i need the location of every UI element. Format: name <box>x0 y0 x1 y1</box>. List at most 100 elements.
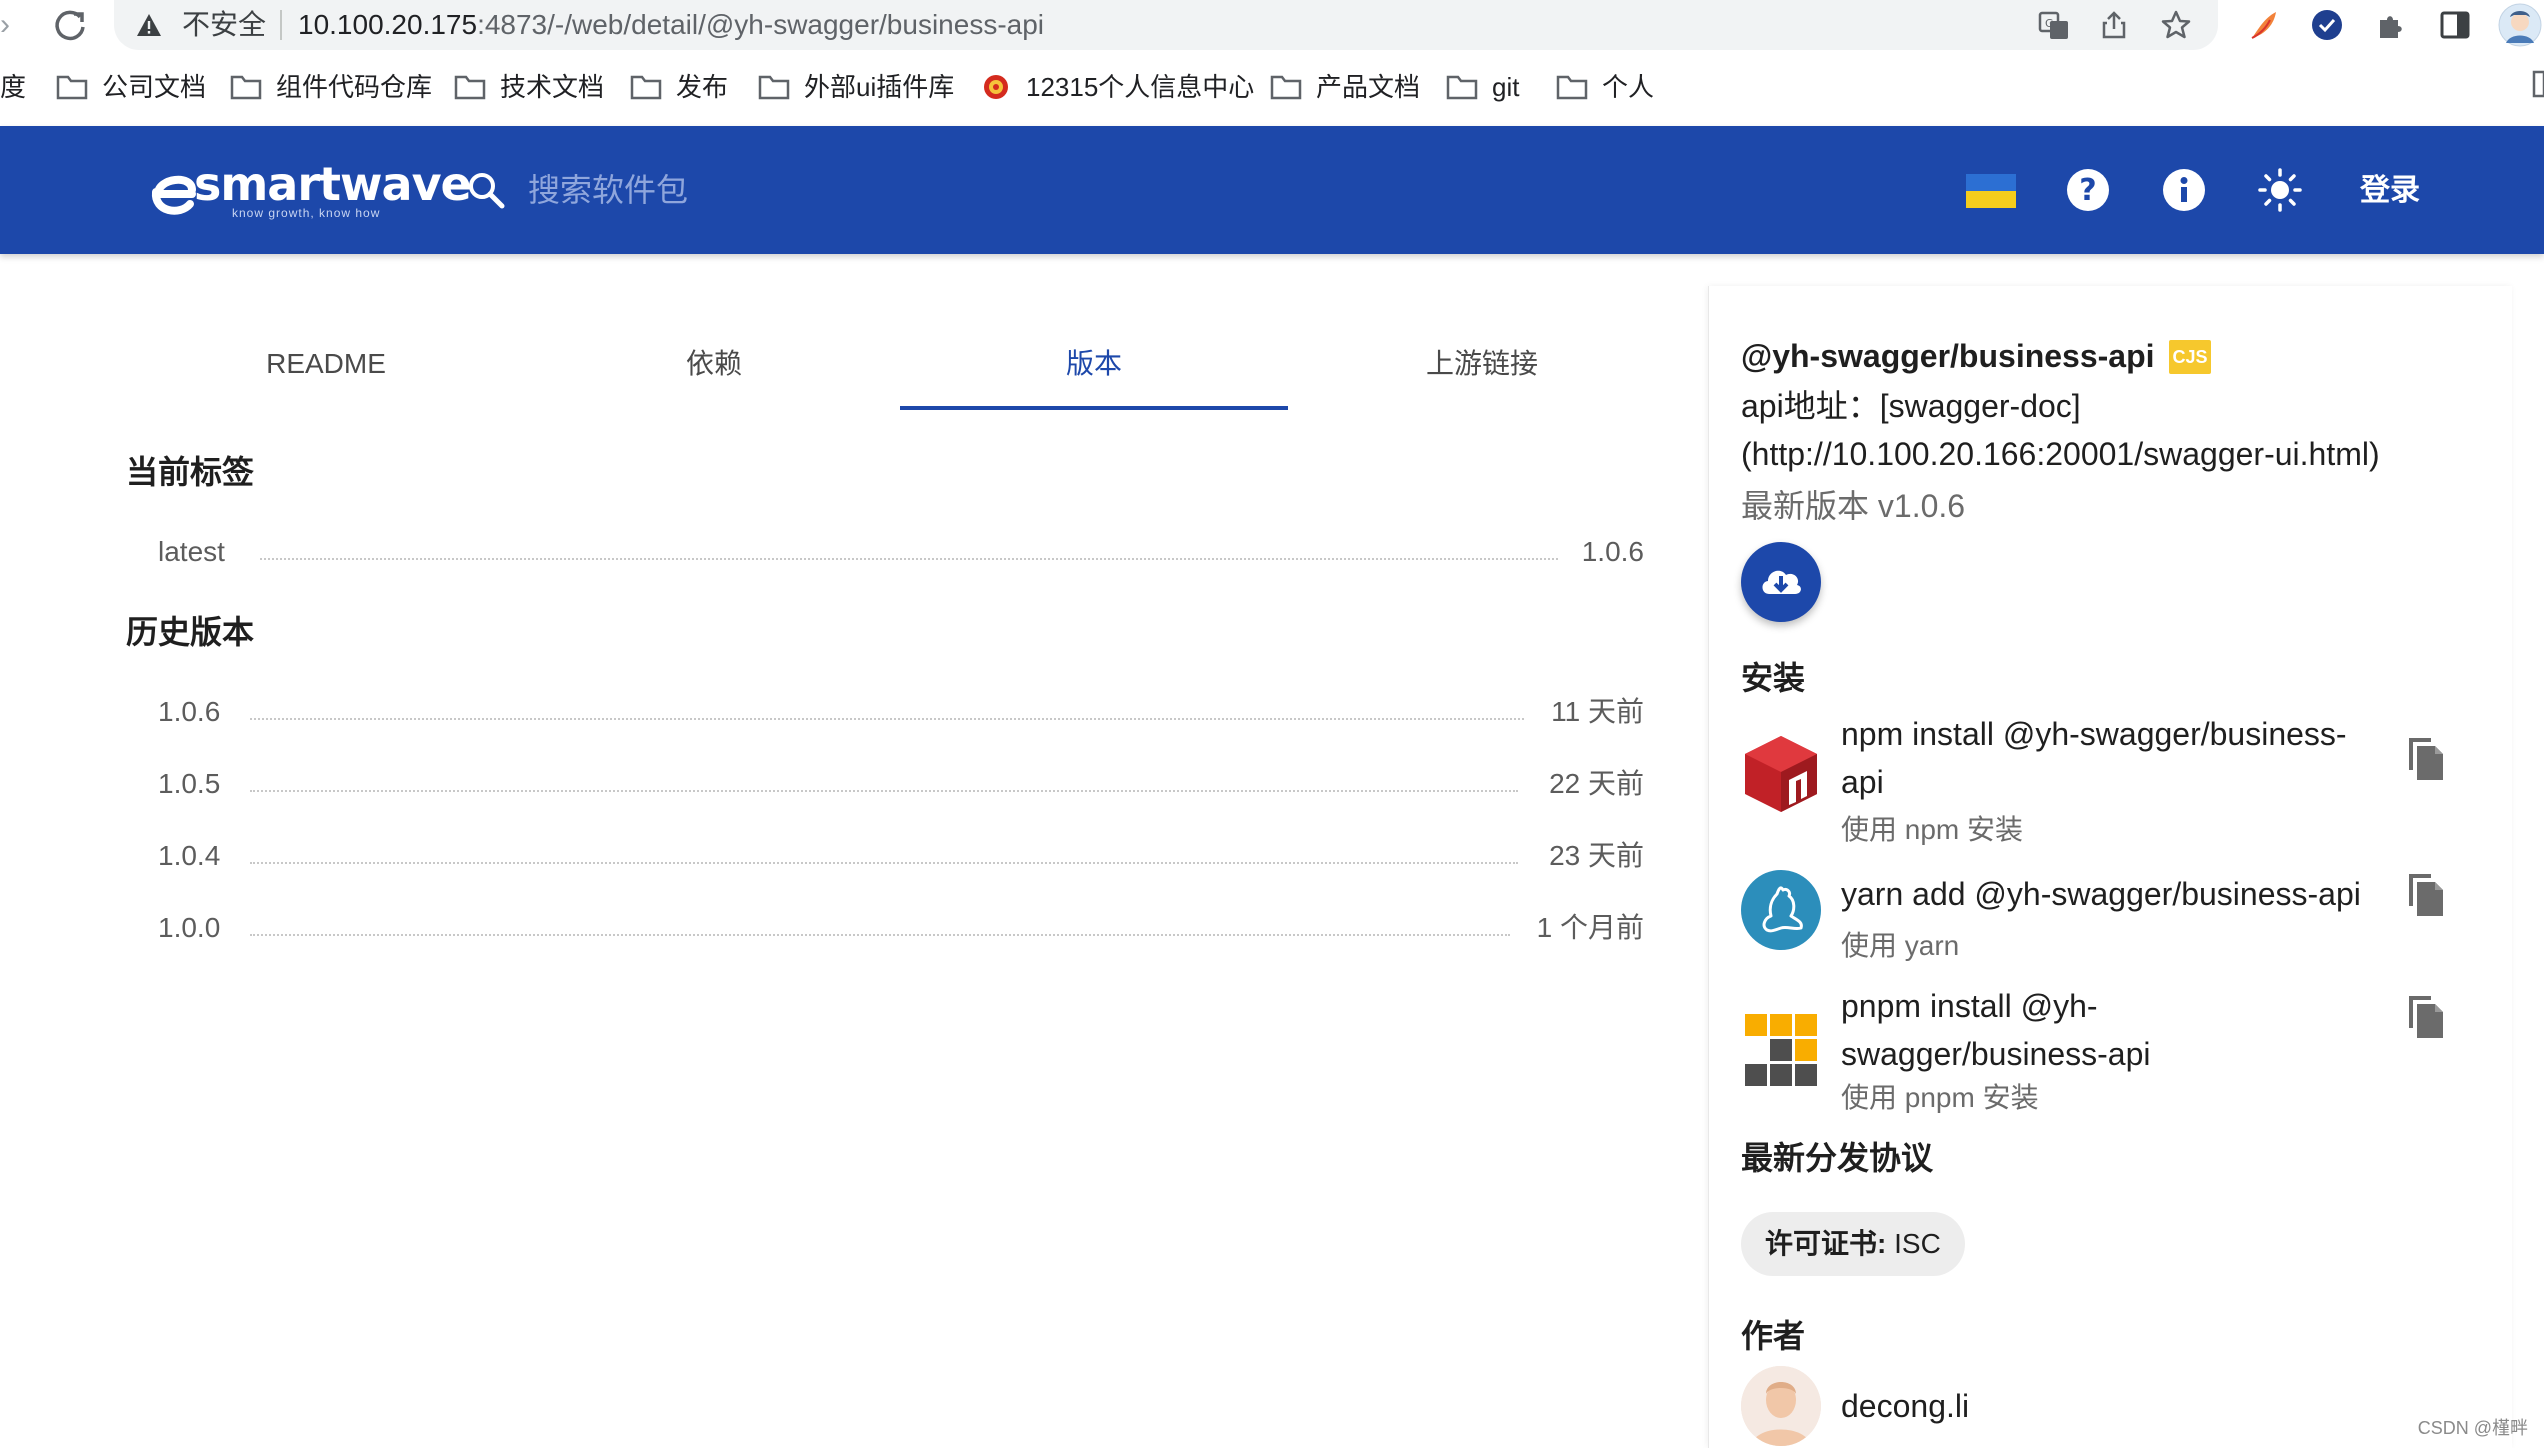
latest-version: 最新版本 v1.0.6 <box>1741 488 1966 524</box>
side-panel-icon[interactable] <box>2438 8 2472 42</box>
login-button[interactable]: 登录 <box>2340 166 2440 216</box>
ukraine-flag-icon[interactable] <box>1966 174 2016 208</box>
version-row[interactable]: 1.0.0 1 个月前 <box>158 906 1644 950</box>
reading-list-icon[interactable] <box>2532 66 2544 100</box>
bookmark-label: 技术文档 <box>500 72 605 102</box>
version-row[interactable]: 1.0.5 22 天前 <box>158 762 1644 806</box>
logo-tagline: know growth, know how <box>232 206 381 220</box>
bookmark-folder[interactable]: 组件代码仓库 <box>230 70 432 104</box>
flag-stripe-bottom <box>1966 191 2016 208</box>
copy-icon[interactable] <box>2401 868 2449 920</box>
search-icon[interactable] <box>466 170 506 210</box>
version-number: 1.0.0 <box>158 912 221 943</box>
module-format-badge: CJS <box>2169 340 2211 374</box>
folder-icon <box>1556 75 1588 100</box>
bookmark-folder[interactable]: 外部ui插件库 <box>758 70 954 104</box>
package-search-input[interactable] <box>528 160 1128 220</box>
help-icon[interactable]: ? <box>2066 168 2110 212</box>
bookmark-folder[interactable]: git <box>1446 70 1519 104</box>
folder-icon <box>630 75 662 100</box>
smartwave-logo[interactable]: smartwave know growth, know how <box>150 156 472 228</box>
pnpm-logo <box>1745 1014 1817 1086</box>
folder-icon <box>230 75 262 100</box>
pnpm-install-subtitle: 使用 pnpm 安装 <box>1841 1082 2039 1113</box>
emblem-icon <box>984 75 1008 99</box>
bookmark-star-icon[interactable] <box>2160 9 2192 41</box>
bookmark-item[interactable]: 12315个人信息中心 <box>980 70 1254 104</box>
url-text[interactable]: 10.100.20.175:4873/-/web/detail/@yh-swag… <box>298 8 1044 42</box>
tag-row: latest 1.0.6 <box>158 530 1644 574</box>
history-versions-title: 历史版本 <box>126 614 255 650</box>
theme-toggle-icon[interactable] <box>2258 168 2302 212</box>
version-row[interactable]: 1.0.4 23 天前 <box>158 834 1644 878</box>
extension-feather-icon[interactable] <box>2246 8 2280 42</box>
version-row[interactable]: 1.0.6 11 天前 <box>158 690 1644 734</box>
package-sidebar: @yh-swagger/business-api CJS api地址：[swag… <box>1708 286 2512 1448</box>
url-path: :4873/-/web/detail/@yh-swagger/business-… <box>477 9 1045 40</box>
tab-readme[interactable]: README <box>132 326 520 412</box>
forward-arrow-icon[interactable]: › <box>0 8 20 42</box>
tag-name: latest <box>158 536 225 567</box>
warning-triangle-icon[interactable] <box>136 12 162 38</box>
profile-avatar-icon[interactable] <box>2498 3 2542 47</box>
license-title: 最新分发协议 <box>1741 1140 1934 1176</box>
bookmark-folder[interactable]: 公司文档 <box>56 70 206 104</box>
author-avatar[interactable] <box>1741 1366 1821 1446</box>
folder-icon <box>454 75 486 100</box>
download-tarball-button[interactable] <box>1741 542 1821 622</box>
version-age: 23 天前 <box>1549 840 1644 871</box>
flag-stripe-top <box>1966 174 2016 191</box>
bookmark-folder[interactable]: 产品文档 <box>1270 70 1420 104</box>
install-pnpm: pnpm install @yh-swagger/business-api 使用… <box>1741 982 2481 1132</box>
dotted-leader <box>250 862 1518 864</box>
bookmark-folder[interactable]: 个人 <box>1556 70 1654 104</box>
version-number: 1.0.5 <box>158 768 221 799</box>
folder-icon <box>1270 75 1302 100</box>
bookmark-label: 12315个人信息中心 <box>1026 72 1255 102</box>
extension-check-icon[interactable] <box>2310 8 2344 42</box>
author-title: 作者 <box>1741 1318 1806 1354</box>
share-icon[interactable] <box>2098 9 2130 41</box>
folder-icon <box>758 75 790 100</box>
tab-versions[interactable]: 版本 <box>900 326 1288 412</box>
copy-icon[interactable] <box>2401 990 2449 1042</box>
license-chip: 许可证书: ISC <box>1741 1212 1965 1276</box>
tab-dependencies[interactable]: 依赖 <box>520 326 908 412</box>
watermark: CSDN @槿畔 <box>2417 1418 2528 1438</box>
tag-version: 1.0.6 <box>1581 536 1644 567</box>
folder-icon <box>56 75 88 100</box>
version-number: 1.0.6 <box>158 696 221 727</box>
folder-icon <box>1446 75 1478 100</box>
yarn-install-command: yarn add @yh-swagger/business-api <box>1841 876 2361 912</box>
version-age: 22 天前 <box>1549 768 1644 799</box>
install-yarn: yarn add @yh-swagger/business-api 使用 yar… <box>1741 870 2481 1000</box>
bookmark-label: 度 <box>0 72 27 102</box>
dotted-leader <box>250 790 1518 792</box>
bookmark-folder[interactable]: 技术文档 <box>454 70 604 104</box>
version-age: 11 天前 <box>1551 696 1644 727</box>
url-host: 10.100.20.175 <box>298 9 478 40</box>
address-divider <box>280 10 282 40</box>
version-age: 1 个月前 <box>1536 912 1644 943</box>
yarn-install-subtitle: 使用 yarn <box>1841 930 1960 961</box>
copy-icon[interactable] <box>2401 732 2449 784</box>
author-name[interactable]: decong.li <box>1841 1382 1969 1430</box>
bookmarks-bar: 度 公司文档 组件代码仓库 技术文档 发布 外部ui插件库 12315个人信息中… <box>0 60 2544 114</box>
translate-icon[interactable]: G <box>2038 9 2070 41</box>
current-tags-title: 当前标签 <box>126 454 255 490</box>
address-bar[interactable]: 不安全 10.100.20.175:4873/-/web/detail/@yh-… <box>114 0 2218 50</box>
svg-text:G: G <box>2045 17 2054 30</box>
bookmark-label: 产品文档 <box>1316 72 1421 102</box>
tab-uplinks[interactable]: 上游链接 <box>1288 326 1676 412</box>
install-title: 安装 <box>1741 660 1806 696</box>
info-icon[interactable] <box>2162 168 2206 212</box>
bookmark-label: 个人 <box>1602 72 1655 102</box>
dotted-leader <box>250 934 1510 936</box>
extensions-puzzle-icon[interactable] <box>2374 8 2408 42</box>
bookmark-item[interactable]: 度 <box>0 70 26 104</box>
bookmark-label: 公司文档 <box>102 72 207 102</box>
license-label: 许可证书: <box>1765 1228 1887 1259</box>
yarn-logo <box>1741 870 1821 950</box>
reload-icon[interactable] <box>50 5 90 45</box>
bookmark-folder[interactable]: 发布 <box>630 70 728 104</box>
